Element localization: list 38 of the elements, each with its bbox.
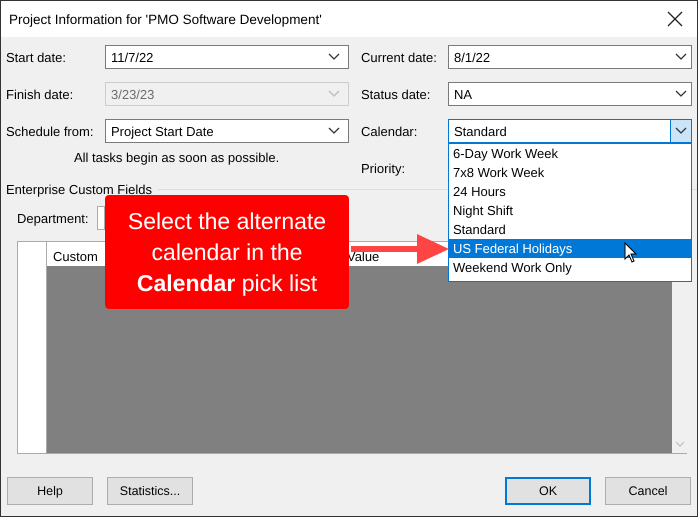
column-header: Value <box>347 249 380 264</box>
calendar-option[interactable]: 7x8 Work Week <box>449 163 691 182</box>
calendar-option[interactable]: 6-Day Work Week <box>449 144 691 163</box>
calendar-option[interactable]: Standard <box>449 220 691 239</box>
date-dropdown[interactable]: Project Start Date <box>105 119 349 143</box>
dialog-button[interactable]: OK <box>505 477 591 505</box>
chevron-down-icon[interactable] <box>675 53 687 61</box>
mouse-cursor-icon <box>624 242 638 264</box>
field-label: Status date: <box>361 86 432 102</box>
field-label: Department: <box>17 210 90 226</box>
dialog-button[interactable]: Help <box>7 477 93 505</box>
dialog-button[interactable]: Statistics... <box>107 477 193 505</box>
calendar-option[interactable]: US Federal Holidays <box>449 239 691 258</box>
field-label: Schedule from: <box>6 124 94 138</box>
chevron-down-icon[interactable] <box>675 90 687 98</box>
dropdown[interactable]: 8/1/22 <box>448 45 692 69</box>
field-label: Current date: <box>361 50 438 64</box>
dropdown[interactable]: Standard <box>448 119 692 143</box>
calendar-option[interactable]: Night Shift <box>449 201 691 220</box>
calendar-option[interactable]: 24 Hours <box>449 182 691 201</box>
schedule-note: All tasks begin as soon as possible. <box>73 150 280 166</box>
chevron-down-icon[interactable] <box>328 127 340 135</box>
field-label: Start date: <box>6 50 67 64</box>
dropdown[interactable]: NA <box>448 82 692 106</box>
chevron-down-icon[interactable] <box>675 127 687 135</box>
column-header: Custom <box>53 249 98 264</box>
department-field[interactable] <box>97 206 105 230</box>
field-label: Calendar: <box>361 124 418 138</box>
chevron-down-icon[interactable] <box>328 53 340 61</box>
dialog-button[interactable]: Cancel <box>605 477 691 505</box>
date-dropdown[interactable]: 11/7/22 <box>105 45 349 69</box>
field-label: Priority: <box>361 160 406 176</box>
calendar-option[interactable]: Weekend Work Only <box>449 258 691 277</box>
section-heading: Enterprise Custom Fields <box>6 182 152 196</box>
close-icon[interactable] <box>667 11 683 27</box>
field-label: Finish date: <box>6 86 74 102</box>
callout-text: Select the alternate calendar in the Calendar pick list <box>126 206 328 298</box>
window-title: Project Information for 'PMO Software Development' <box>9 12 322 26</box>
